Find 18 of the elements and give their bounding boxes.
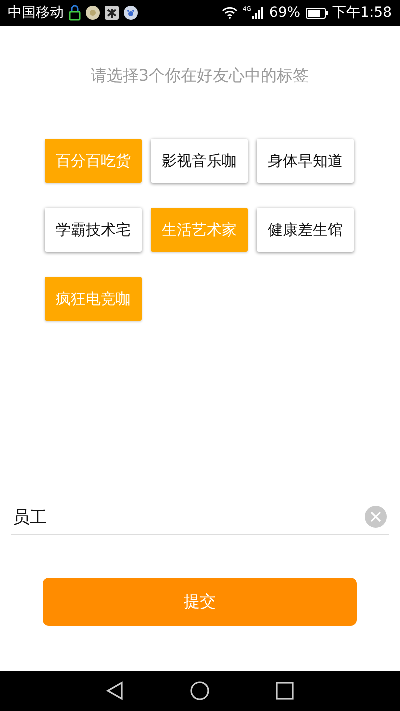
lock-icon xyxy=(69,5,81,21)
tag-button[interactable]: 学霸技术宅 xyxy=(45,208,142,252)
battery-percent: 69% xyxy=(269,5,301,21)
back-icon[interactable] xyxy=(106,681,124,701)
battery-icon xyxy=(306,8,328,18)
home-icon[interactable] xyxy=(190,681,210,701)
signal-icon xyxy=(252,7,264,19)
clock-time: 下午1:58 xyxy=(332,4,392,22)
carrier-name: 中国移动 xyxy=(8,4,64,22)
tag-button[interactable]: 影视音乐咖 xyxy=(151,139,248,183)
name-field[interactable]: 员工 xyxy=(13,507,365,527)
app-icon xyxy=(86,6,100,20)
page-title: 请选择3个你在好友心中的标签 xyxy=(90,66,310,87)
tag-button[interactable]: 健康差生馆 xyxy=(257,208,354,252)
paw-icon xyxy=(124,6,138,20)
tag-button[interactable]: 身体早知道 xyxy=(257,139,354,183)
wifi-icon xyxy=(222,7,238,19)
recents-icon[interactable] xyxy=(276,682,294,700)
